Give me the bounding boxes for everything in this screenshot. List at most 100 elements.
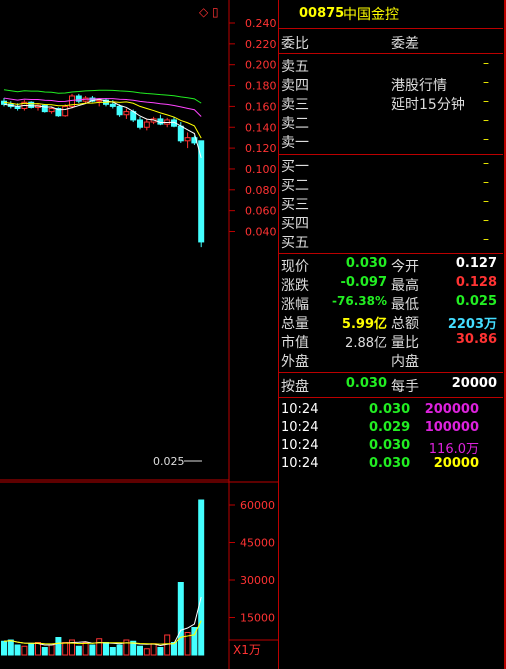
- change-label: 涨跌: [281, 278, 309, 294]
- volume-axis-label: 30000: [240, 574, 275, 587]
- candle-body: [137, 119, 143, 128]
- volume-bar: [28, 643, 35, 656]
- volume-ma5-line: [3, 596, 202, 647]
- buy2-value: –: [483, 175, 489, 189]
- volume-bar: [177, 582, 184, 656]
- sell2-label: 卖二: [281, 116, 309, 132]
- pct-value: -76.38%: [332, 294, 387, 308]
- kline-chart[interactable]: 0.240 0.220 0.200 0.180 0.160 0.140 0.120 0.100…: [0, 0, 278, 669]
- sell1-value: –: [483, 132, 489, 146]
- trade-time: 10:24: [281, 438, 319, 453]
- candle-body: [143, 121, 150, 128]
- volume-bar: [96, 638, 103, 656]
- sell-row-4: 卖四 港股行情 –: [279, 75, 503, 94]
- trade-volume: 20000: [433, 456, 479, 471]
- volume-bar: [143, 648, 150, 656]
- volume-axis-label: 60000: [240, 499, 275, 512]
- sell2-value: –: [483, 113, 489, 127]
- mcap-value: 2.88亿: [345, 336, 387, 351]
- candle-body: [184, 137, 191, 142]
- stock-header: 00875 中国金控: [279, 0, 503, 29]
- volume-bar: [41, 647, 48, 656]
- volume-bar: [48, 644, 55, 656]
- sell5-label: 卖五: [281, 59, 309, 75]
- buy3-value: –: [483, 194, 489, 208]
- mcap-label: 市值: [281, 335, 309, 351]
- buy-row-3: 买三 –: [279, 194, 503, 213]
- stat-row-volume: 总量 5.99亿 总额 2203万: [279, 313, 503, 332]
- volume-bar: [116, 644, 123, 656]
- high-price: 0.128: [455, 275, 497, 290]
- amount-label: 总额: [391, 316, 419, 332]
- trade-row: 10:24 0.030 20000: [279, 456, 503, 474]
- volume-bar: [109, 647, 116, 656]
- volume-bar: [150, 643, 157, 656]
- volume-bar: [7, 639, 14, 656]
- open-label: 今开: [391, 259, 419, 275]
- price-axis-label: 0.040: [245, 226, 277, 239]
- candle-body: [28, 101, 35, 108]
- vol-ratio-value: 30.86: [455, 332, 497, 347]
- sell-row-1: 卖一 –: [279, 132, 503, 151]
- now-price: 0.030: [345, 256, 387, 271]
- trade-row: 10:24 0.029 100000: [279, 420, 503, 438]
- chart-toolbar-icons[interactable]: ◇ ▯: [199, 5, 219, 19]
- buy-row-1: 买一 –: [279, 156, 503, 175]
- stat-row-outer-inner: 外盘 内盘: [279, 351, 503, 370]
- hk-delay-note: 港股行情: [391, 78, 447, 94]
- stat-row-change: 涨跌 -0.097 最高 0.128: [279, 275, 503, 294]
- inner-label: 内盘: [391, 354, 419, 370]
- price-axis-label: 0.140: [245, 121, 277, 134]
- now-label: 现价: [281, 259, 309, 275]
- sell5-value: –: [483, 56, 489, 70]
- high-label: 最高: [391, 278, 419, 294]
- buy4-label: 买四: [281, 216, 309, 232]
- lot-size: 20000: [451, 376, 497, 391]
- price-axis-label: 0.240: [245, 17, 277, 30]
- stat-row-pct: 涨幅 -76.38% 最低 0.025: [279, 294, 503, 313]
- stock-code: 00875: [299, 6, 345, 21]
- vol-ratio-label: 量比: [391, 335, 419, 351]
- close-price: 0.030: [345, 376, 387, 391]
- sell-row-5: 卖五 –: [279, 56, 503, 75]
- price-axis-label: 0.160: [245, 100, 277, 113]
- sell-row-3: 卖三 延时15分钟 –: [279, 94, 503, 113]
- sell4-value: –: [483, 75, 489, 89]
- close-lot-section: 按盘 0.030 每手 20000: [279, 373, 503, 398]
- trade-time: 10:24: [281, 402, 319, 417]
- buy1-label: 买一: [281, 159, 309, 175]
- buy5-label: 买五: [281, 235, 309, 251]
- change-value: -0.097: [340, 275, 387, 290]
- trade-price: 0.030: [369, 456, 411, 471]
- volume-label: 总量: [281, 316, 309, 332]
- stock-name: 中国金控: [343, 7, 399, 23]
- low-label: 最低: [391, 297, 419, 313]
- buy5-value: –: [483, 232, 489, 246]
- trade-volume: 116.0万: [428, 442, 479, 457]
- volume-bar: [62, 642, 69, 656]
- price-axis-label: 0.100: [245, 163, 277, 176]
- buy4-value: –: [483, 213, 489, 227]
- sell3-value: –: [483, 94, 489, 108]
- candle-body: [116, 105, 123, 116]
- buy-row-5: 买五 –: [279, 232, 503, 251]
- candle-body: [109, 103, 116, 107]
- volume-bar: [89, 644, 96, 656]
- volume-bar: [55, 637, 62, 656]
- price-axis-label: 0.120: [245, 142, 277, 155]
- trade-row: 10:24 0.030 200000: [279, 402, 503, 420]
- sell-orders: 卖五 – 卖四 港股行情 – 卖三 延时15分钟 – 卖二 – 卖一 –: [279, 54, 503, 155]
- buy-row-2: 买二 –: [279, 175, 503, 194]
- weibi-section: 委比 委差: [279, 29, 503, 54]
- trade-price: 0.030: [369, 438, 411, 453]
- weicha-label: 委差: [391, 36, 419, 52]
- lot-label: 每手: [391, 379, 419, 395]
- pct-label: 涨幅: [281, 297, 309, 313]
- volume-bar: [21, 645, 28, 656]
- volume-bar: [75, 645, 82, 656]
- volume-bar: [137, 645, 143, 656]
- quote-stats: 现价 0.030 今开 0.127 涨跌 -0.097 最高 0.128 涨幅 …: [279, 254, 503, 373]
- candle-body: [62, 105, 69, 117]
- stat-row-price: 现价 0.030 今开 0.127: [279, 256, 503, 275]
- volume-bar: [14, 644, 21, 656]
